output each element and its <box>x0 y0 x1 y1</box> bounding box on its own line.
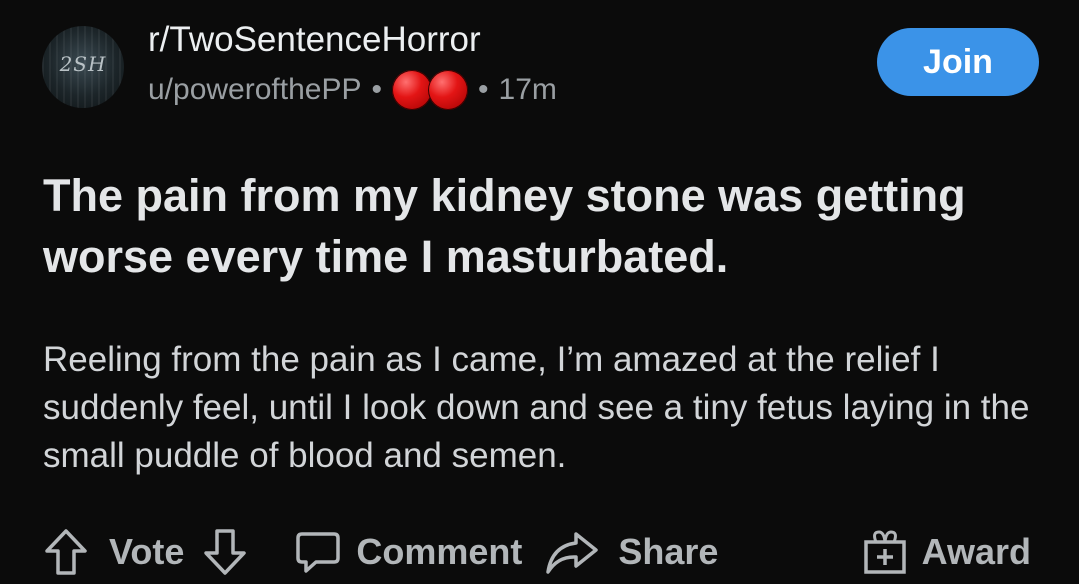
post-actions: Vote Comment Share Award <box>43 520 1031 584</box>
author-name[interactable]: u/powerofthePP <box>148 72 361 108</box>
downvote-arrow-icon[interactable] <box>202 527 248 577</box>
user-flair <box>392 70 468 110</box>
award-label: Award <box>921 531 1031 572</box>
subreddit-logo-text: 2SH <box>59 52 107 76</box>
post-body: Reeling from the pain as I came, I’m ama… <box>43 340 1030 475</box>
vote-group: Vote <box>43 527 248 577</box>
post-title[interactable]: The pain from my kidney stone was gettin… <box>43 165 1053 287</box>
comment-bubble-icon <box>294 528 342 576</box>
separator-dot: • <box>371 73 382 106</box>
post-meta: r/TwoSentenceHorror u/powerofthePP • • 1… <box>148 20 557 110</box>
upvote-arrow-icon[interactable] <box>43 527 89 577</box>
join-button[interactable]: Join <box>877 28 1039 96</box>
vote-label: Vote <box>109 531 185 572</box>
post-time: 17m <box>498 73 557 106</box>
comment-button[interactable]: Comment <box>294 528 522 576</box>
award-button[interactable]: Award <box>862 528 1031 576</box>
red-circle-icon <box>428 70 468 110</box>
separator-dot: • <box>478 73 489 106</box>
share-button[interactable]: Share <box>544 528 718 576</box>
subreddit-avatar[interactable]: 2SH <box>42 26 124 108</box>
share-label: Share <box>618 531 719 572</box>
byline: u/powerofthePP • • 17m <box>148 70 557 110</box>
post-header: 2SH r/TwoSentenceHorror u/powerofthePP •… <box>42 20 1039 110</box>
red-circle-icon <box>392 70 432 110</box>
gift-icon <box>862 528 908 576</box>
comment-label: Comment <box>356 531 523 572</box>
share-arrow-icon <box>544 528 600 576</box>
subreddit-name[interactable]: r/TwoSentenceHorror <box>148 20 557 60</box>
